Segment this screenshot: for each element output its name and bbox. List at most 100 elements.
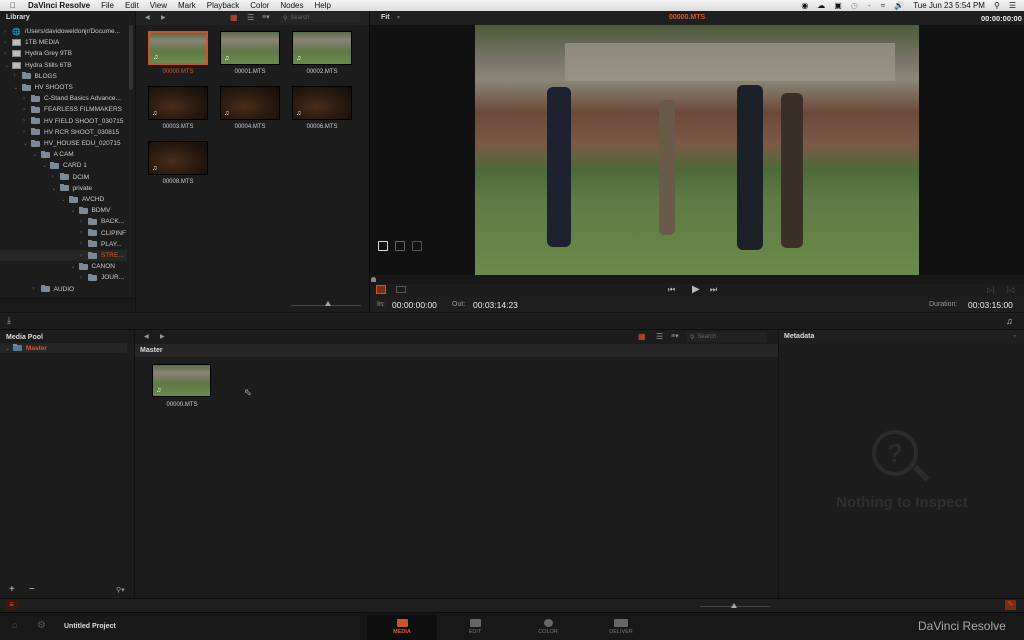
chevron-right-icon[interactable]: › — [4, 40, 12, 46]
mark-out-icon[interactable]: |◁ — [1007, 286, 1014, 294]
library-tree-item[interactable]: › FEARLESS FILMMAKERS — [23, 104, 122, 115]
out-timecode[interactable]: 00:03:14:23 — [473, 300, 518, 310]
spotlight-icon[interactable]: ⚲ — [994, 1, 1000, 10]
chevron-down-icon[interactable]: ⌄ — [42, 162, 50, 169]
library-tree-item[interactable]: › CLIPINF — [80, 228, 126, 239]
library-tree-item[interactable]: ⌄ A CAM — [33, 149, 74, 160]
skip-forward-icon[interactable]: ⏭ — [710, 285, 717, 295]
display-icon[interactable]: ▣ — [834, 1, 842, 10]
chevron-right-icon[interactable]: › — [23, 96, 31, 102]
menu-playback[interactable]: Playback — [207, 1, 239, 10]
library-tree-item[interactable]: › PLAY... — [80, 239, 122, 250]
safe-area-button-3[interactable] — [412, 241, 422, 251]
skip-back-icon[interactable]: ⏮ — [668, 285, 675, 295]
zoom-dropdown-icon[interactable]: ▾ — [397, 14, 400, 21]
library-tree-item[interactable]: › STRE... — [0, 250, 127, 261]
pool-search[interactable]: ⚲ Search — [687, 332, 767, 342]
timeline-viewer-icon[interactable] — [396, 286, 406, 293]
library-tree-item[interactable]: ⌄ CANON — [71, 261, 115, 272]
pool-list-view-icon[interactable]: ☰ — [656, 332, 663, 341]
chevron-right-icon[interactable]: › — [80, 219, 88, 225]
chevron-down-icon[interactable]: ⌄ — [71, 263, 79, 270]
chevron-right-icon[interactable]: › — [23, 118, 31, 124]
metadata-options-icon[interactable]: ▾ — [1013, 333, 1016, 340]
safe-area-button-1[interactable] — [378, 241, 388, 251]
record-icon[interactable]: ◉ — [801, 1, 808, 10]
scrubber-bar[interactable] — [370, 275, 1024, 284]
volume-icon[interactable]: 🔊 — [894, 1, 904, 10]
pool-grid-view-icon[interactable]: ▦ — [638, 332, 646, 341]
apple-icon[interactable]:  — [10, 1, 16, 10]
pool-back-icon[interactable]: ◀ — [144, 333, 149, 340]
sort-icon[interactable]: ≡▾ — [262, 13, 270, 21]
metadata-tag-icon[interactable]: ✎ — [1005, 600, 1016, 610]
library-tree-item[interactable]: › Hydra Grey 9TB — [4, 48, 72, 59]
tab-edit[interactable]: EDIT — [440, 616, 510, 638]
grid-view-icon[interactable]: ▦ — [230, 13, 238, 22]
time-machine-icon[interactable]: ◷ — [851, 1, 858, 10]
clip-thumbnail[interactable]: ♫ — [220, 86, 280, 120]
play-icon[interactable]: ▶ — [692, 284, 700, 295]
pool-sort-icon[interactable]: ≡▾ — [671, 332, 679, 340]
add-bin-icon[interactable]: + — [9, 584, 15, 595]
forward-arrow-icon[interactable]: ▶ — [161, 14, 166, 21]
library-tree-item[interactable]: › C-Stand Basics Advance... — [23, 93, 121, 104]
chevron-right-icon[interactable]: › — [80, 241, 88, 247]
chevron-right-icon[interactable]: › — [4, 29, 12, 35]
chevron-right-icon[interactable]: › — [52, 174, 60, 180]
source-viewer-icon[interactable] — [376, 285, 386, 294]
chevron-right-icon[interactable]: › — [14, 73, 22, 79]
clip-thumbnail[interactable]: ♫ — [148, 86, 208, 120]
bin-master[interactable]: ⌄ Master — [0, 343, 127, 353]
bluetooth-icon[interactable]: ⋆ — [867, 1, 872, 10]
menu-edit[interactable]: Edit — [125, 1, 139, 10]
wifi-icon[interactable]: ≈ — [881, 1, 885, 10]
chevron-down-icon[interactable]: ⌄ — [52, 185, 60, 192]
chevron-down-icon[interactable]: ⌄ — [23, 140, 31, 147]
clock[interactable]: Tue Jun 23 5:54 PM — [913, 1, 985, 10]
tab-deliver[interactable]: DELIVER — [586, 616, 656, 638]
library-tree-item[interactable]: ⌄ HV SHOOTS — [14, 82, 73, 93]
list-view-icon[interactable]: ☰ — [247, 13, 254, 22]
clip-thumbnail[interactable]: ♫ — [148, 31, 208, 65]
playhead[interactable] — [371, 277, 376, 282]
library-tree-item[interactable]: › 🌐/Users/davidoweldonjr/Docume... — [4, 26, 120, 37]
viewer-zoom[interactable]: Fit — [381, 14, 390, 21]
library-tree-item[interactable]: › HV RCR SHOOT_030815 — [23, 127, 119, 138]
menu-mark[interactable]: Mark — [178, 1, 196, 10]
app-menu[interactable]: DaVinci Resolve — [28, 1, 90, 10]
in-timecode[interactable]: 00:00:00:00 — [392, 300, 437, 310]
chevron-right-icon[interactable]: › — [23, 129, 31, 135]
chevron-down-icon[interactable]: ⌄ — [61, 196, 69, 203]
library-tree-item[interactable]: › JOUR... — [80, 272, 124, 283]
chevron-right-icon[interactable]: › — [23, 107, 31, 113]
chevron-right-icon[interactable]: › — [80, 230, 88, 236]
thumb-size-handle[interactable] — [325, 301, 331, 306]
library-tree-item[interactable]: › BLOGS — [14, 71, 57, 82]
audio-icon[interactable]: ♫ — [1006, 316, 1013, 326]
browser-search[interactable]: ⚲ Search — [280, 13, 360, 23]
menu-help[interactable]: Help — [315, 1, 331, 10]
tab-color[interactable]: COLOR — [513, 616, 583, 638]
clip-thumbnail[interactable]: ♫ — [292, 31, 352, 65]
pool-clip-thumbnail[interactable]: ♫ — [152, 364, 211, 397]
clip-thumbnail[interactable]: ♫ — [220, 31, 280, 65]
expand-icon[interactable]: ⌄ — [5, 345, 13, 352]
chevron-right-icon[interactable]: › — [80, 275, 88, 281]
remove-bin-icon[interactable]: − — [29, 584, 35, 595]
back-arrow-icon[interactable]: ◀ — [145, 14, 150, 21]
chevron-down-icon[interactable]: ⌄ — [33, 151, 41, 158]
safe-area-button-2[interactable] — [395, 241, 405, 251]
chevron-down-icon[interactable]: ⌄ — [71, 207, 79, 214]
clip-thumbnail[interactable]: ♫ — [292, 86, 352, 120]
chevron-down-icon[interactable]: ⌄ — [4, 62, 12, 69]
menu-file[interactable]: File — [101, 1, 114, 10]
library-tree-item[interactable]: › 1TB MEDIA — [4, 37, 59, 48]
library-tree-item[interactable]: › BACK... — [80, 216, 124, 227]
library-tree-item[interactable]: ⌄ CARD 1 — [42, 160, 87, 171]
clip-thumbnail[interactable]: ♫ — [148, 141, 208, 175]
chevron-down-icon[interactable]: ⌄ — [14, 84, 22, 91]
mark-in-icon[interactable]: ▷| — [987, 286, 994, 294]
library-scrollbar[interactable] — [129, 25, 133, 90]
home-icon[interactable]: ⌂ — [12, 620, 18, 631]
